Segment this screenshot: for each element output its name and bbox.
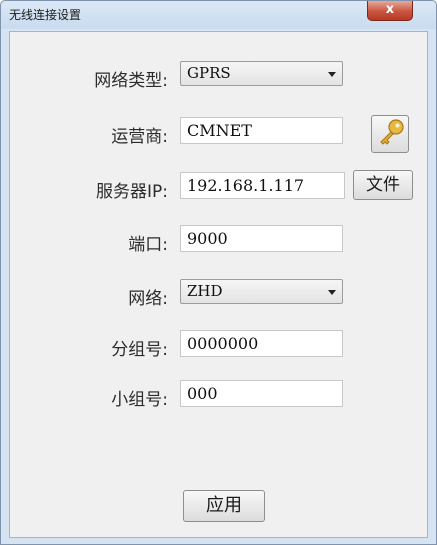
subgroup-number-field[interactable]: 000 (180, 380, 343, 407)
key-icon (380, 119, 404, 145)
close-button[interactable]: x (367, 1, 413, 21)
port-field[interactable]: 9000 (180, 225, 343, 252)
network-type-label: 网络类型: (94, 71, 168, 91)
key-button[interactable] (371, 115, 409, 153)
server-ip-field[interactable]: 192.168.1.117 (180, 172, 345, 199)
network-type-select[interactable]: GPRS (180, 61, 343, 86)
network-type-value: GPRS (187, 64, 231, 82)
operator-field[interactable]: CMNET (180, 117, 343, 144)
network-select[interactable]: ZHD (180, 279, 343, 304)
group-number-label: 分组号: (111, 340, 168, 360)
network-label: 网络: (128, 289, 168, 309)
network-value: ZHD (187, 282, 223, 300)
apply-button[interactable]: 应用 (183, 490, 265, 522)
file-button[interactable]: 文件 (353, 170, 413, 200)
server-ip-label: 服务器IP: (96, 182, 168, 202)
group-number-field[interactable]: 0000000 (180, 330, 343, 357)
window-title: 无线连接设置 (9, 8, 82, 22)
chevron-down-icon (328, 290, 336, 295)
subgroup-number-label: 小组号: (111, 390, 168, 410)
port-label: 端口: (128, 235, 168, 255)
operator-label: 运营商: (111, 127, 168, 147)
chevron-down-icon (328, 72, 336, 77)
